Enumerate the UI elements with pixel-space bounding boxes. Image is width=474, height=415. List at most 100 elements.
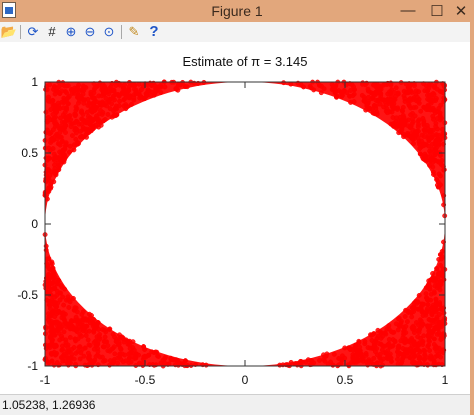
close-button[interactable]: ✕ xyxy=(448,0,474,21)
open-figure-icon[interactable]: 📂 xyxy=(1,24,17,40)
scatter-point xyxy=(421,127,427,133)
scatter-point xyxy=(58,283,64,289)
scatter-point xyxy=(68,120,74,126)
scatter-point xyxy=(328,359,334,365)
scatter-point xyxy=(342,355,348,361)
scatter-point xyxy=(166,361,172,367)
scatter-point xyxy=(428,98,433,104)
scatter-point xyxy=(408,348,414,354)
scatter-point xyxy=(423,291,429,297)
scatter-point xyxy=(138,87,144,93)
scatter-point xyxy=(149,83,155,88)
scatter-point xyxy=(390,343,396,349)
scatter-point xyxy=(437,137,443,143)
scatter-point xyxy=(99,354,105,360)
scatter-point xyxy=(66,305,72,310)
scatter-point xyxy=(409,314,415,320)
scatter-point xyxy=(61,329,67,335)
scatter-point xyxy=(127,346,133,351)
zoom-fit-icon[interactable]: ⊙ xyxy=(101,24,117,40)
scatter-point xyxy=(421,333,427,339)
scatter-point xyxy=(94,99,99,105)
scatter-point xyxy=(49,323,55,329)
scatter-point xyxy=(410,326,416,332)
scatter-point xyxy=(80,309,86,315)
refresh-icon[interactable]: ⟳ xyxy=(25,24,41,40)
scatter-point xyxy=(421,120,427,126)
scatter-point xyxy=(71,147,77,153)
scatter-point xyxy=(417,326,423,332)
scatter-point xyxy=(86,342,92,348)
scatter-point xyxy=(65,83,71,89)
scatter-point xyxy=(144,82,150,88)
plot-canvas[interactable]: Estimate of π = 3.145 -1 -0.5 0 0.5 1 1 0.5 0 -0… xyxy=(0,42,474,394)
scatter-point xyxy=(429,330,435,335)
scatter-point xyxy=(418,321,424,327)
settings-wrench-icon[interactable]: ✎ xyxy=(126,24,142,40)
scatter-point xyxy=(59,347,65,353)
title-bar: Figure 1 — ☐ ✕ xyxy=(0,0,474,23)
scatter-point xyxy=(356,351,362,357)
scatter-point xyxy=(425,297,431,303)
zoom-out-icon[interactable]: ⊖ xyxy=(82,24,98,40)
scatter-point xyxy=(52,107,58,113)
window-border xyxy=(470,22,474,415)
scatter-point xyxy=(121,103,127,109)
scatter-point xyxy=(415,124,421,130)
scatter-plot[interactable]: Estimate of π = 3.145 -1 -0.5 0 0.5 1 1 0.5 0 -0… xyxy=(0,42,474,394)
scatter-point xyxy=(73,108,79,113)
scatter-point xyxy=(75,85,81,91)
grid-icon[interactable]: # xyxy=(44,24,60,40)
scatter-point xyxy=(437,88,443,94)
scatter-point xyxy=(61,302,67,308)
toolbar-separator xyxy=(20,25,21,39)
scatter-point xyxy=(374,360,380,366)
scatter-point xyxy=(375,97,381,103)
scatter-point xyxy=(380,356,386,362)
scatter-point xyxy=(421,104,427,110)
scatter-point xyxy=(123,90,129,96)
scatter-point xyxy=(334,94,339,100)
scatter-point xyxy=(122,352,128,358)
scatter-point xyxy=(89,360,95,366)
scatter-point xyxy=(104,89,110,95)
scatter-point xyxy=(50,309,56,315)
scatter-point xyxy=(404,319,410,325)
scatter-point xyxy=(48,130,54,136)
scatter-point xyxy=(375,327,381,333)
scatter-point xyxy=(373,89,379,95)
scatter-point xyxy=(60,80,66,86)
scatter-point xyxy=(66,297,72,303)
scatter-point xyxy=(441,167,447,173)
scatter-point xyxy=(437,302,443,308)
scatter-point xyxy=(55,326,61,332)
scatter-point xyxy=(429,312,435,318)
scatter-point xyxy=(54,360,60,366)
scatter-point xyxy=(400,346,406,351)
scatter-point xyxy=(53,88,59,94)
scatter-point xyxy=(67,143,73,149)
scatter-point xyxy=(57,337,63,343)
scatter-point xyxy=(429,305,435,311)
scatter-point xyxy=(431,336,437,342)
scatter-point xyxy=(76,100,81,106)
scatter-point xyxy=(397,323,403,329)
scatter-point xyxy=(416,96,422,102)
scatter-point xyxy=(416,343,421,348)
scatter-point xyxy=(63,89,68,94)
scatter-point xyxy=(109,114,115,120)
scatter-point xyxy=(108,346,114,352)
scatter-point xyxy=(359,81,365,87)
zoom-in-icon[interactable]: ⊕ xyxy=(63,24,79,40)
scatter-point xyxy=(112,105,118,111)
scatter-point xyxy=(388,121,394,127)
scatter-point xyxy=(430,169,436,175)
scatter-point xyxy=(388,329,394,335)
scatter-point xyxy=(380,362,386,368)
scatter-point xyxy=(435,274,441,280)
help-icon[interactable]: ? xyxy=(146,24,162,40)
scatter-point xyxy=(364,103,370,109)
scatter-point xyxy=(176,82,182,88)
scatter-point xyxy=(93,115,99,121)
scatter-point xyxy=(427,348,433,353)
